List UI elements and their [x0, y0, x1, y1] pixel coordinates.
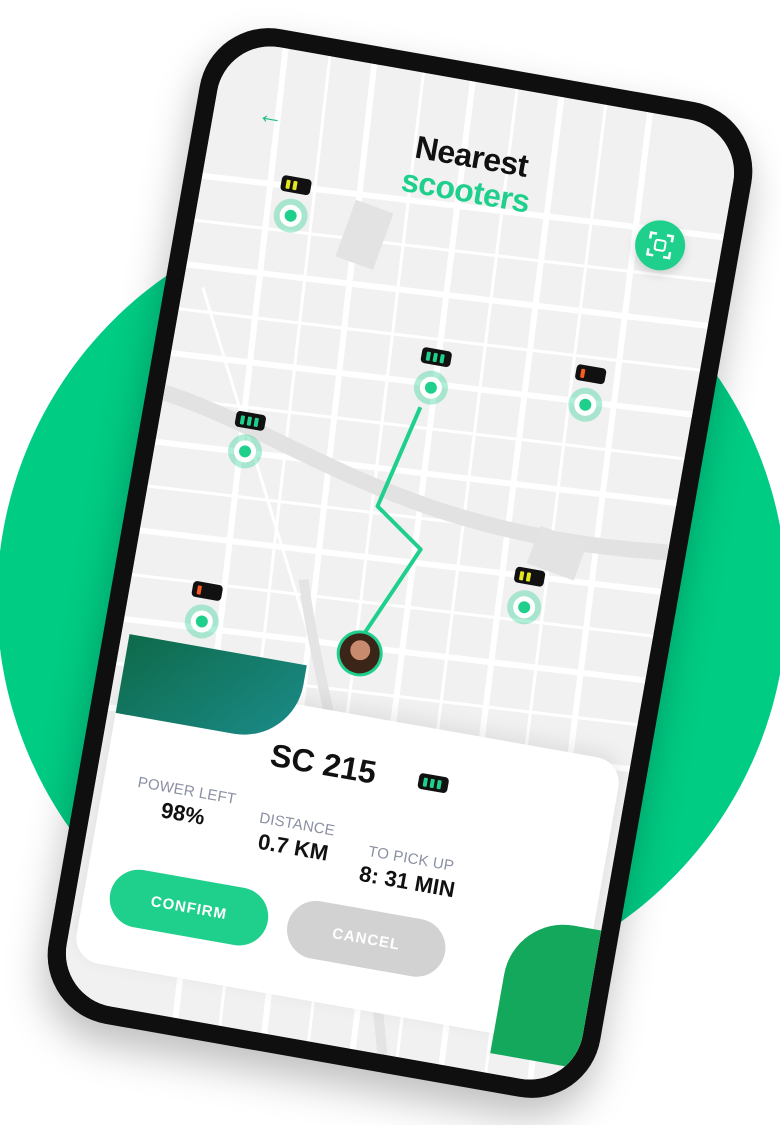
stat-power-left: POWER LEFT 98% — [132, 774, 237, 836]
scooter-id: SC 215 — [267, 736, 380, 791]
decorative-leaf — [490, 915, 604, 1069]
avatar — [336, 630, 383, 677]
stat-distance: DISTANCE 0.7 KM — [253, 810, 336, 868]
confirm-button[interactable]: CONFIRM — [105, 865, 273, 951]
phone-screen: ← Nearest scooters SC 215 POWER LEFT 98%… — [57, 37, 743, 1089]
phone-frame: ← Nearest scooters SC 215 POWER LEFT 98%… — [36, 17, 764, 1109]
cancel-button[interactable]: CANCEL — [282, 896, 451, 982]
stat-to-pick-up: TO PICK UP 8: 31 MIN — [357, 842, 460, 903]
battery-icon — [417, 772, 450, 794]
scan-icon — [645, 231, 675, 260]
